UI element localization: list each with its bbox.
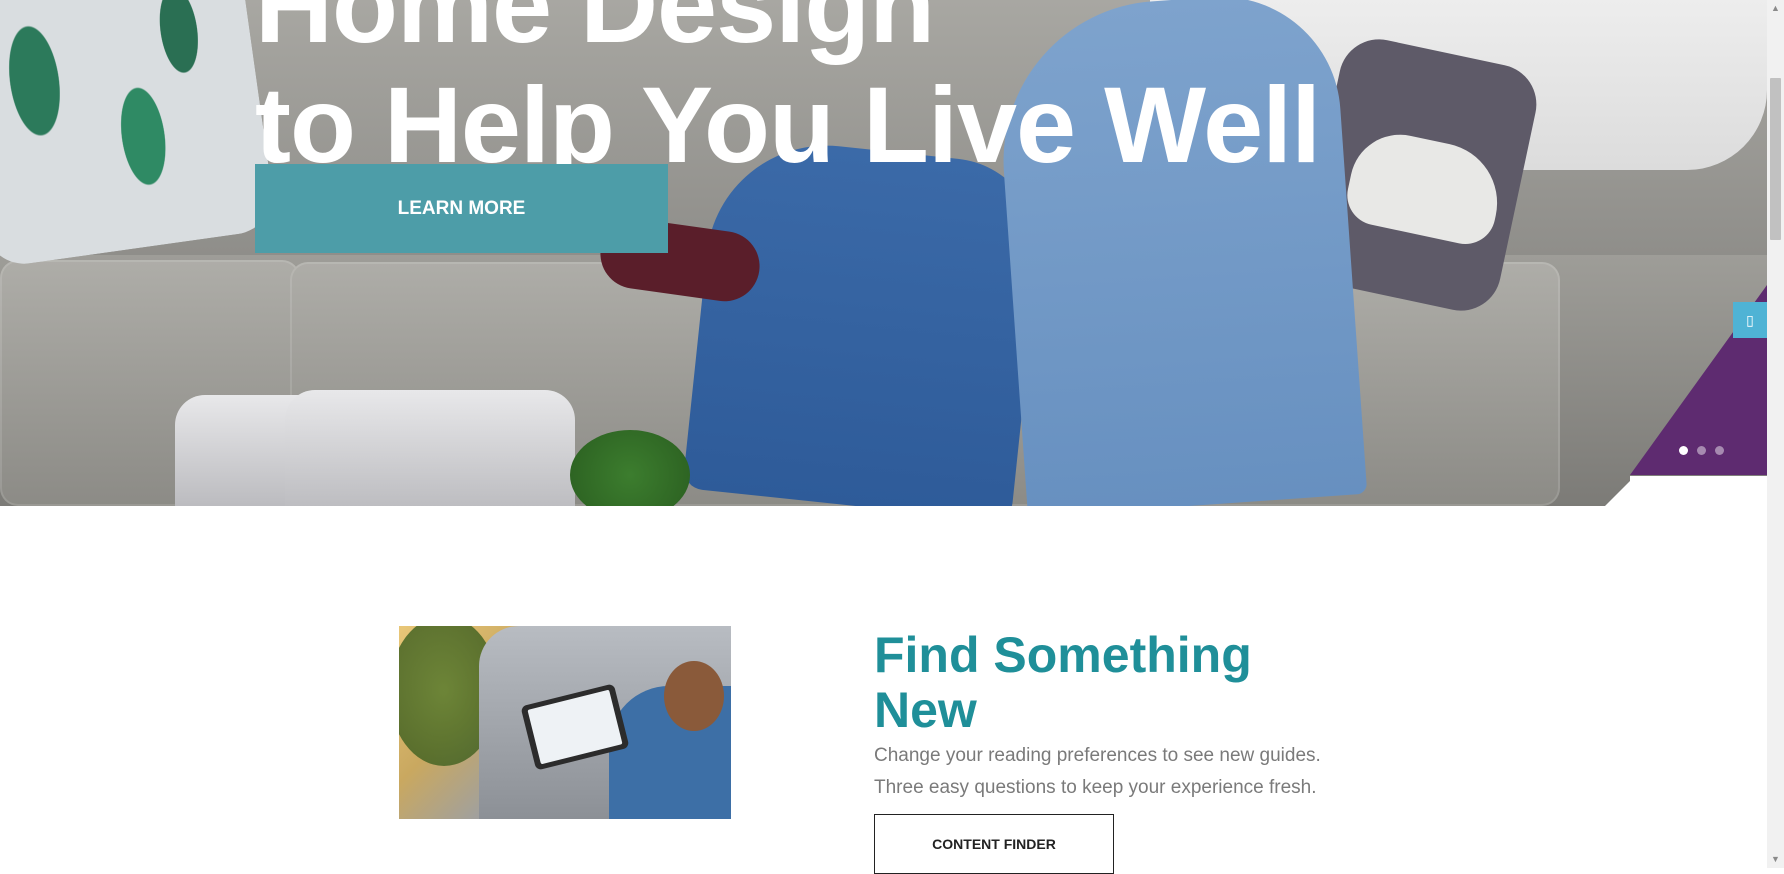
section-title: Find Something New [874,628,1252,738]
hero-title: Home Design to Help You Live Well [255,0,1321,185]
hero-banner: Home Design to Help You Live Well LEARN … [0,0,1767,506]
white-accent-shape [1605,476,1635,506]
hero-title-line-1: Home Design [255,0,935,65]
carousel-dots [1679,446,1724,455]
scroll-down-arrow-icon[interactable]: ▼ [1770,854,1781,865]
carousel-dot-3[interactable] [1715,446,1724,455]
white-accent-strip [1630,476,1767,506]
section-text-line-2: Three easy questions to keep your experi… [874,777,1317,798]
content-finder-button[interactable]: CONTENT FINDER [874,814,1114,874]
section-title-line-2: New [874,682,977,738]
carousel-dot-2[interactable] [1697,446,1706,455]
carousel-dot-1[interactable] [1679,446,1688,455]
section-description: Change your reading preferences to see n… [874,740,1321,804]
phone-icon: ▯ [1746,311,1754,328]
section-title-line-1: Find Something [874,627,1252,683]
scrollbar-thumb[interactable] [1770,78,1781,240]
side-tab-button[interactable]: ▯ [1733,302,1767,338]
leaf-pillow-image [0,0,278,269]
scroll-up-arrow-icon[interactable]: ▲ [1770,3,1781,14]
section-text-line-1: Change your reading preferences to see n… [874,745,1321,766]
vase-image [285,390,575,506]
person-jeans-image [682,133,1048,506]
photo-man-head [664,661,724,731]
learn-more-button[interactable]: LEARN MORE [255,164,668,253]
page-scrollbar[interactable]: ▲ ▼ [1767,0,1784,868]
tablet-user-photo [399,626,731,819]
